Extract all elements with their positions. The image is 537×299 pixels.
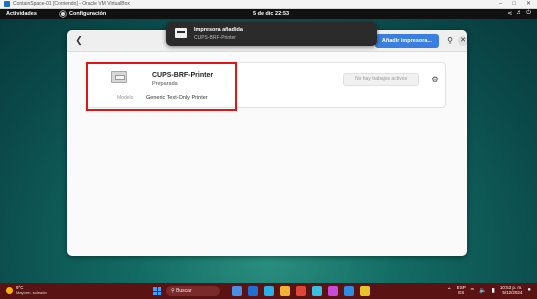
app-menu-label: Configuración [69, 11, 107, 17]
system-tray: ⌃ ESP ES ≈ 🔈 ▮ 10:53 p. m. 5/12/2024 ● [447, 285, 531, 295]
taskbar-search-label: Buscar [176, 288, 192, 294]
back-button[interactable]: ❮ [73, 35, 85, 47]
taskbar-app-icon[interactable] [360, 286, 370, 296]
speaker-icon[interactable]: 🔈 [479, 287, 486, 294]
virtualbox-icon [4, 1, 10, 7]
clock[interactable]: 5 de dic 22:53 [253, 11, 289, 17]
printer-icon [175, 28, 187, 38]
weather-widget[interactable]: 9°C Mayorm. soleado [6, 285, 47, 295]
vm-window-title: ContainSpace-01 [Corriendo] - Oracle VM … [13, 1, 130, 7]
taskbar-clock[interactable]: 10:53 p. m. 5/12/2024 [500, 285, 523, 295]
power-icon: ⏻ [526, 10, 531, 16]
app-menu[interactable]: Configuración [60, 11, 106, 17]
network-icon: ⋖ [507, 11, 513, 17]
printer-settings-gear-icon[interactable]: ⚙ [429, 73, 441, 86]
wifi-icon[interactable]: ≈ [471, 287, 474, 293]
volume-icon: ♬ [516, 10, 523, 16]
vm-titlebar: ContainSpace-01 [Corriendo] - Oracle VM … [0, 0, 537, 9]
windows-start-icon[interactable] [153, 287, 161, 295]
system-status-menu[interactable]: ⋖ ♬ ⏻ [507, 10, 531, 17]
weather-description: Mayorm. soleado [16, 290, 47, 295]
notification-body: CUPS-BRF-Printer [194, 35, 236, 41]
taskbar-app-icon[interactable] [264, 286, 274, 296]
taskbar-app-icon[interactable] [280, 286, 290, 296]
notification-banner[interactable]: Impresora añadida CUPS-BRF-Printer [166, 22, 377, 46]
activities-button[interactable]: Actividades [6, 11, 37, 17]
sun-icon [6, 286, 13, 294]
taskbar-app-icon[interactable] [344, 286, 354, 296]
windows-taskbar: 9°C Mayorm. soleado ⚲ Buscar ⌃ ESP ES ≈ 🔈… [0, 283, 537, 299]
gear-icon [60, 11, 66, 17]
taskbar-search[interactable]: ⚲ Buscar [166, 286, 220, 296]
maximize-button[interactable]: □ [512, 0, 516, 9]
taskbar-app-icon[interactable] [296, 286, 306, 296]
highlight-box [86, 62, 237, 111]
notification-bell-icon[interactable]: ● [527, 287, 531, 293]
close-icon[interactable]: ✕ [458, 36, 467, 46]
vm-window-controls: – □ ✕ [499, 0, 531, 9]
battery-icon[interactable]: ▮ [492, 287, 495, 294]
active-jobs-button[interactable]: No hay trabajos activos [343, 73, 419, 86]
gnome-top-bar: Actividades Configuración 5 de dic 22:53… [0, 9, 537, 19]
minimize-button[interactable]: – [499, 0, 502, 9]
notification-title: Impresora añadida [194, 27, 243, 33]
chevron-up-icon[interactable]: ⌃ [447, 287, 452, 294]
taskbar-app-icon[interactable] [248, 286, 258, 296]
taskbar-app-icons [232, 286, 370, 296]
language-indicator[interactable]: ESP ES [457, 285, 466, 295]
taskbar-app-icon[interactable] [312, 286, 322, 296]
close-window-button[interactable]: ✕ [526, 0, 531, 9]
add-printer-button[interactable]: Añadir impresora... [375, 34, 439, 48]
search-icon[interactable]: ⚲ [444, 35, 456, 47]
taskbar-app-icon[interactable] [232, 286, 242, 296]
taskbar-app-icon[interactable] [328, 286, 338, 296]
